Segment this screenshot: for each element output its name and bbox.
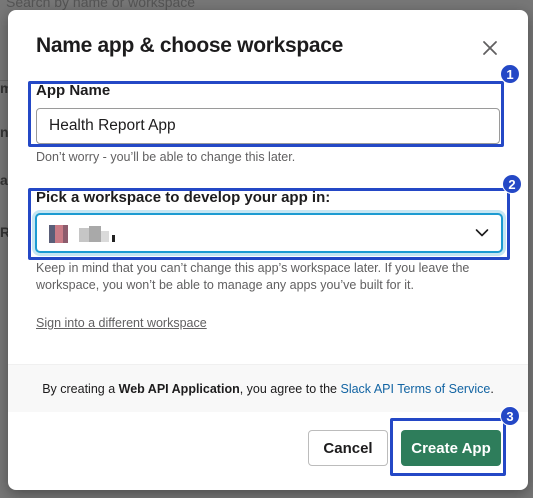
workspace-name-redacted [79,226,119,242]
close-icon [483,41,497,55]
terms-app-type: Web API Application [118,382,240,396]
background-search-text: Search by name or workspace [6,0,196,10]
terms-prefix: By creating a [42,382,119,396]
sign-in-different-workspace-link[interactable]: Sign into a different workspace [36,316,207,330]
terms-suffix: . [490,382,494,396]
callout-badge-2: 2 [502,174,522,194]
workspace-label: Pick a workspace to develop your app in: [36,189,331,206]
terms-of-service-link[interactable]: Slack API Terms of Service [340,382,490,396]
workspace-hint: Keep in mind that you can’t change this … [36,261,470,292]
terms-notice: By creating a Web API Application, you a… [8,364,528,412]
create-app-button[interactable]: Create App [401,430,501,466]
workspace-select[interactable] [36,214,502,252]
app-name-label: App Name [36,82,111,99]
callout-badge-1: 1 [500,64,520,84]
terms-middle: , you agree to the [239,382,341,396]
workspace-avatar [49,225,69,243]
callout-badge-3: 3 [500,406,520,426]
name-app-dialog: Name app & choose workspace App Name Don… [8,10,528,490]
chevron-down-icon [475,229,489,237]
dialog-title: Name app & choose workspace [36,34,344,57]
cancel-button[interactable]: Cancel [308,430,388,466]
close-button[interactable] [478,36,502,60]
app-name-hint: Don’t worry - you’ll be able to change t… [36,150,296,164]
app-name-input[interactable] [36,108,500,144]
